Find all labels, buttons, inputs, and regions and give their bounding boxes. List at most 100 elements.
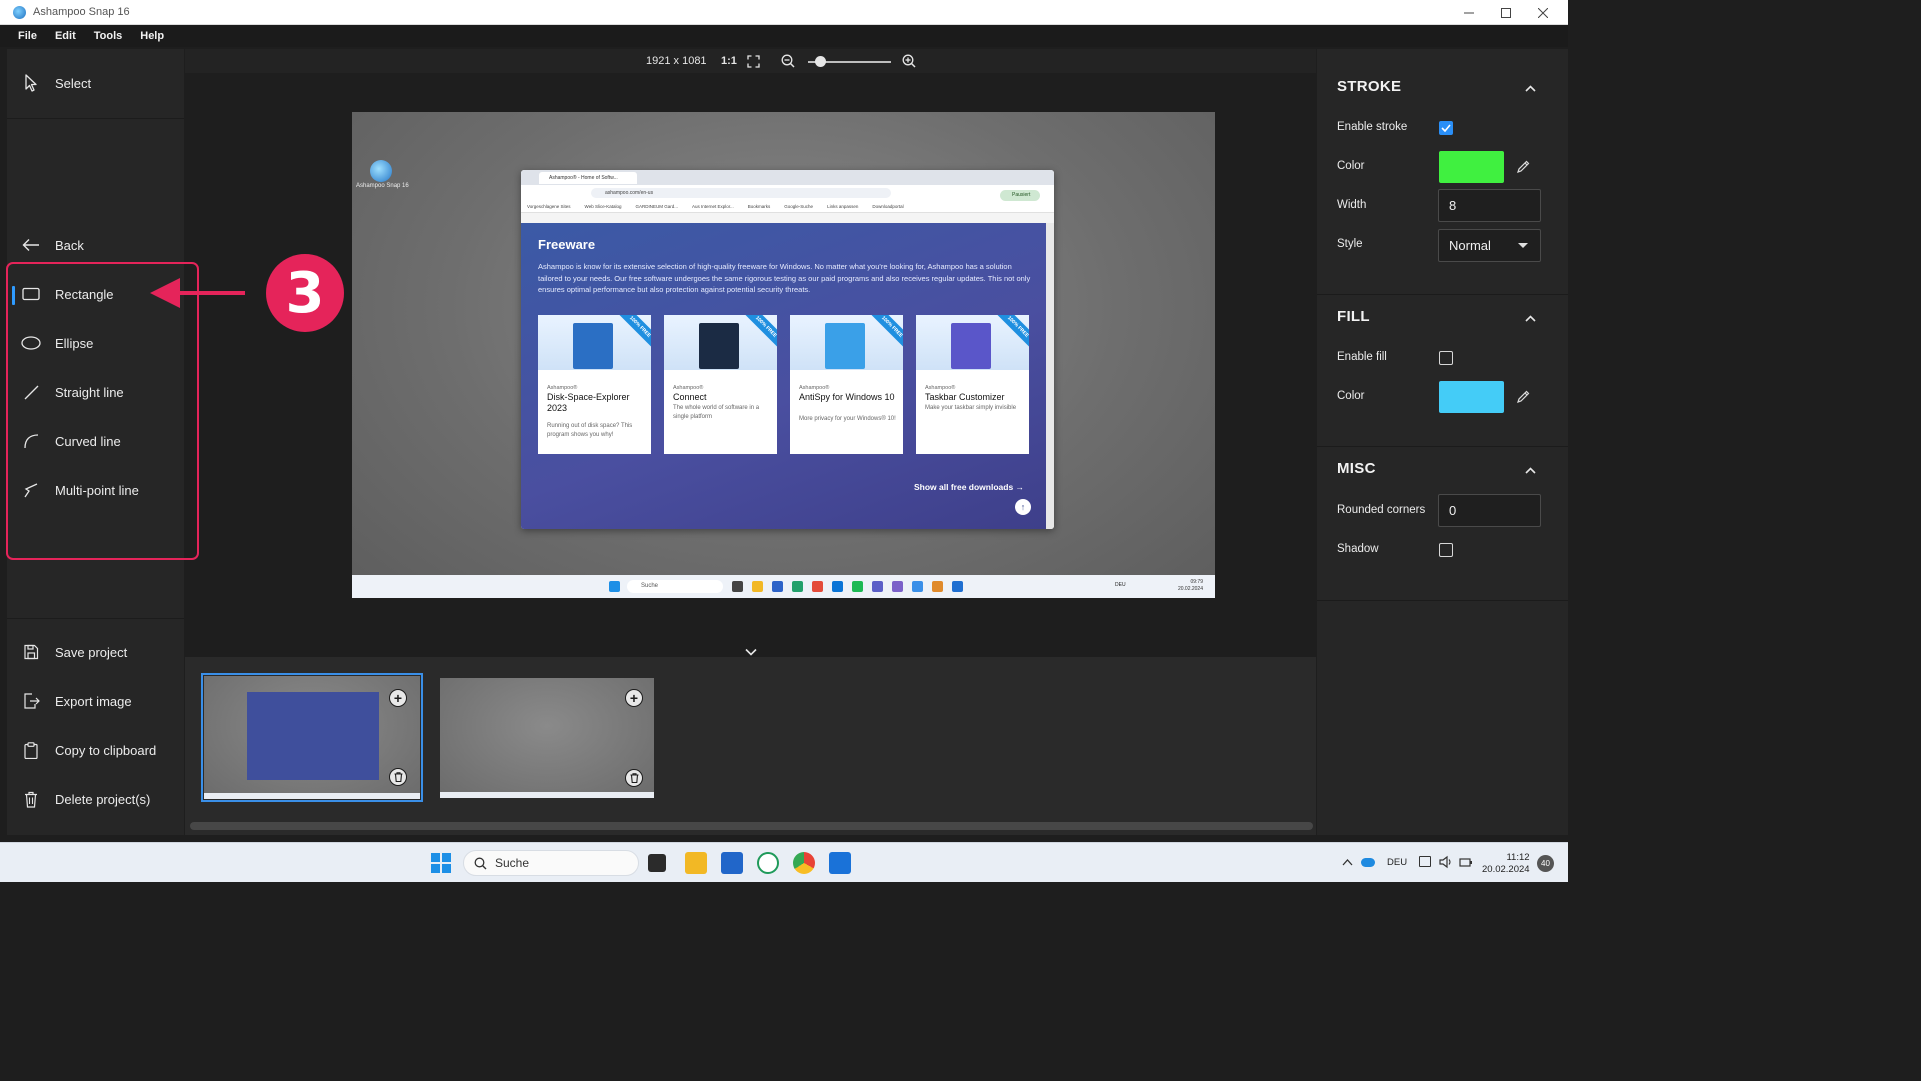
- zoom-slider-thumb[interactable]: [815, 56, 827, 67]
- bookmarks-bar: Vorgeschlagene Sites Web Slice-Katalog G…: [521, 201, 1054, 213]
- project-thumbnail[interactable]: +: [201, 673, 423, 802]
- network-icon[interactable]: [1419, 856, 1431, 867]
- style-dropdown[interactable]: Normal: [1438, 229, 1541, 262]
- preview-app-icon: [792, 581, 803, 592]
- action-label: Save project: [55, 644, 128, 660]
- menu-tools[interactable]: Tools: [94, 30, 123, 42]
- back-button[interactable]: Back: [7, 225, 184, 265]
- stroke-color-swatch[interactable]: [1439, 151, 1504, 183]
- trash-icon[interactable]: [625, 769, 643, 787]
- maximize-button[interactable]: [1487, 0, 1524, 25]
- language-indicator[interactable]: DEU: [1387, 857, 1407, 868]
- width-input[interactable]: 8: [1438, 189, 1541, 222]
- store-icon[interactable]: [721, 852, 743, 874]
- enable-fill-label: Enable fill: [1337, 351, 1387, 363]
- width-label: Width: [1337, 199, 1367, 211]
- add-icon[interactable]: +: [625, 689, 643, 707]
- preview-taskbar: Suche DEU 09:79 20.02.2024: [352, 575, 1215, 598]
- product-desc: The whole world of software in a single …: [673, 405, 760, 420]
- project-filmstrip: + +: [185, 657, 1316, 835]
- browser-address-bar: ashampoo.com/en-us: [521, 185, 1054, 201]
- eyedropper-icon[interactable]: [1515, 389, 1531, 405]
- section-divider: [1317, 446, 1568, 447]
- rounded-corners-input[interactable]: 0: [1438, 494, 1541, 527]
- file-explorer-icon[interactable]: [685, 852, 707, 874]
- outlook-icon[interactable]: [829, 852, 851, 874]
- product-name: AntiSpy for Windows 10: [799, 392, 895, 402]
- windows-taskbar: Suche DEU 11:12 20.02.2024 40: [0, 842, 1568, 882]
- zoom-out-icon[interactable]: [780, 53, 796, 69]
- product-desc: Make your taskbar simply invisible: [925, 405, 1017, 411]
- thumbnail-taskbar: [204, 793, 420, 799]
- export-image-button[interactable]: Export image: [7, 681, 184, 721]
- windows-start-icon[interactable]: [431, 853, 451, 873]
- thumbnail-taskbar: [440, 792, 654, 798]
- free-ribbon: 100% FREE: [870, 315, 903, 349]
- stroke-section-title: STROKE: [1337, 78, 1402, 95]
- notification-badge[interactable]: 40: [1537, 855, 1554, 872]
- chrome-icon[interactable]: [793, 852, 815, 874]
- fit-to-screen-icon[interactable]: [745, 53, 761, 69]
- zoom-toolbar: 1921 x 1081 1:1: [185, 49, 1316, 73]
- fill-color-swatch[interactable]: [1439, 381, 1504, 413]
- product-box: [573, 323, 613, 369]
- trash-icon[interactable]: [389, 768, 407, 786]
- battery-icon[interactable]: [1459, 856, 1473, 868]
- close-button[interactable]: [1524, 0, 1561, 25]
- width-value: 8: [1449, 198, 1457, 213]
- preview-app-icon: [872, 581, 883, 592]
- action-label: Delete project(s): [55, 791, 151, 807]
- product-card: 100% FREE Ashampoo® AntiSpy for Windows …: [790, 315, 903, 454]
- product-image: 100% FREE: [916, 315, 1029, 370]
- thumbnail-content: [247, 692, 379, 780]
- zoom-in-icon[interactable]: [901, 53, 917, 69]
- preview-app-icon: [812, 581, 823, 592]
- product-card: 100% FREE Ashampoo® Connect The whole wo…: [664, 315, 777, 454]
- maximize-icon: [1500, 7, 1511, 18]
- tray-chevron-up-icon[interactable]: [1342, 858, 1353, 866]
- app-logo-icon: [13, 5, 26, 19]
- product-image: 100% FREE: [664, 315, 777, 370]
- preview-date: 20.02.2024: [1177, 586, 1203, 592]
- menu-file[interactable]: File: [18, 30, 37, 42]
- onedrive-icon[interactable]: [1361, 858, 1375, 867]
- browser-scrollbar: [1046, 223, 1054, 529]
- shadow-checkbox[interactable]: [1439, 543, 1453, 557]
- select-tool-button[interactable]: Select: [7, 63, 184, 103]
- style-label: Style: [1337, 238, 1363, 250]
- preview-app-icon: [772, 581, 783, 592]
- chevron-up-icon[interactable]: [1523, 81, 1537, 95]
- taskbar-clock[interactable]: 11:12 20.02.2024: [1482, 852, 1530, 876]
- preview-clock: 09:79 20.02.2024: [1178, 579, 1203, 593]
- preview-app-icon: [752, 581, 763, 592]
- chevron-down-icon: [745, 648, 757, 656]
- minimize-button[interactable]: [1450, 0, 1487, 25]
- enable-fill-checkbox[interactable]: [1439, 351, 1453, 365]
- enable-stroke-checkbox[interactable]: [1439, 121, 1453, 135]
- zoom-1to1-button[interactable]: 1:1: [721, 55, 737, 67]
- app-green-icon[interactable]: [757, 852, 779, 874]
- screenshot-preview[interactable]: Ashampoo Snap 16 Ashampoo® - Home of Sof…: [352, 112, 1215, 598]
- preview-app-icon: [952, 581, 963, 592]
- stroke-color-label: Color: [1337, 160, 1365, 172]
- task-view-icon[interactable]: [648, 854, 666, 872]
- product-brand: Ashampoo®: [799, 385, 830, 391]
- menu-help[interactable]: Help: [140, 30, 164, 42]
- copy-to-clipboard-button[interactable]: Copy to clipboard: [7, 730, 184, 770]
- volume-icon[interactable]: [1439, 855, 1453, 869]
- project-thumbnail[interactable]: +: [440, 678, 654, 798]
- eyedropper-icon[interactable]: [1515, 159, 1531, 175]
- taskbar-search[interactable]: Suche: [463, 850, 639, 876]
- add-icon[interactable]: +: [389, 689, 407, 707]
- chevron-up-icon[interactable]: [1523, 463, 1537, 477]
- browser-tab: Ashampoo® - Home of Softw...: [539, 171, 637, 184]
- product-name: Disk-Space-Explorer 2023: [547, 392, 630, 413]
- properties-panel: STROKE Enable stroke Color Width 8 Style…: [1317, 49, 1568, 835]
- menu-edit[interactable]: Edit: [55, 30, 76, 42]
- chevron-up-icon[interactable]: [1523, 311, 1537, 325]
- product-name: Taskbar Customizer: [925, 392, 1005, 402]
- save-project-button[interactable]: Save project: [7, 632, 184, 672]
- horizontal-scrollbar[interactable]: [190, 822, 1313, 830]
- delete-projects-button[interactable]: Delete project(s): [7, 779, 184, 819]
- section-divider: [1317, 294, 1568, 295]
